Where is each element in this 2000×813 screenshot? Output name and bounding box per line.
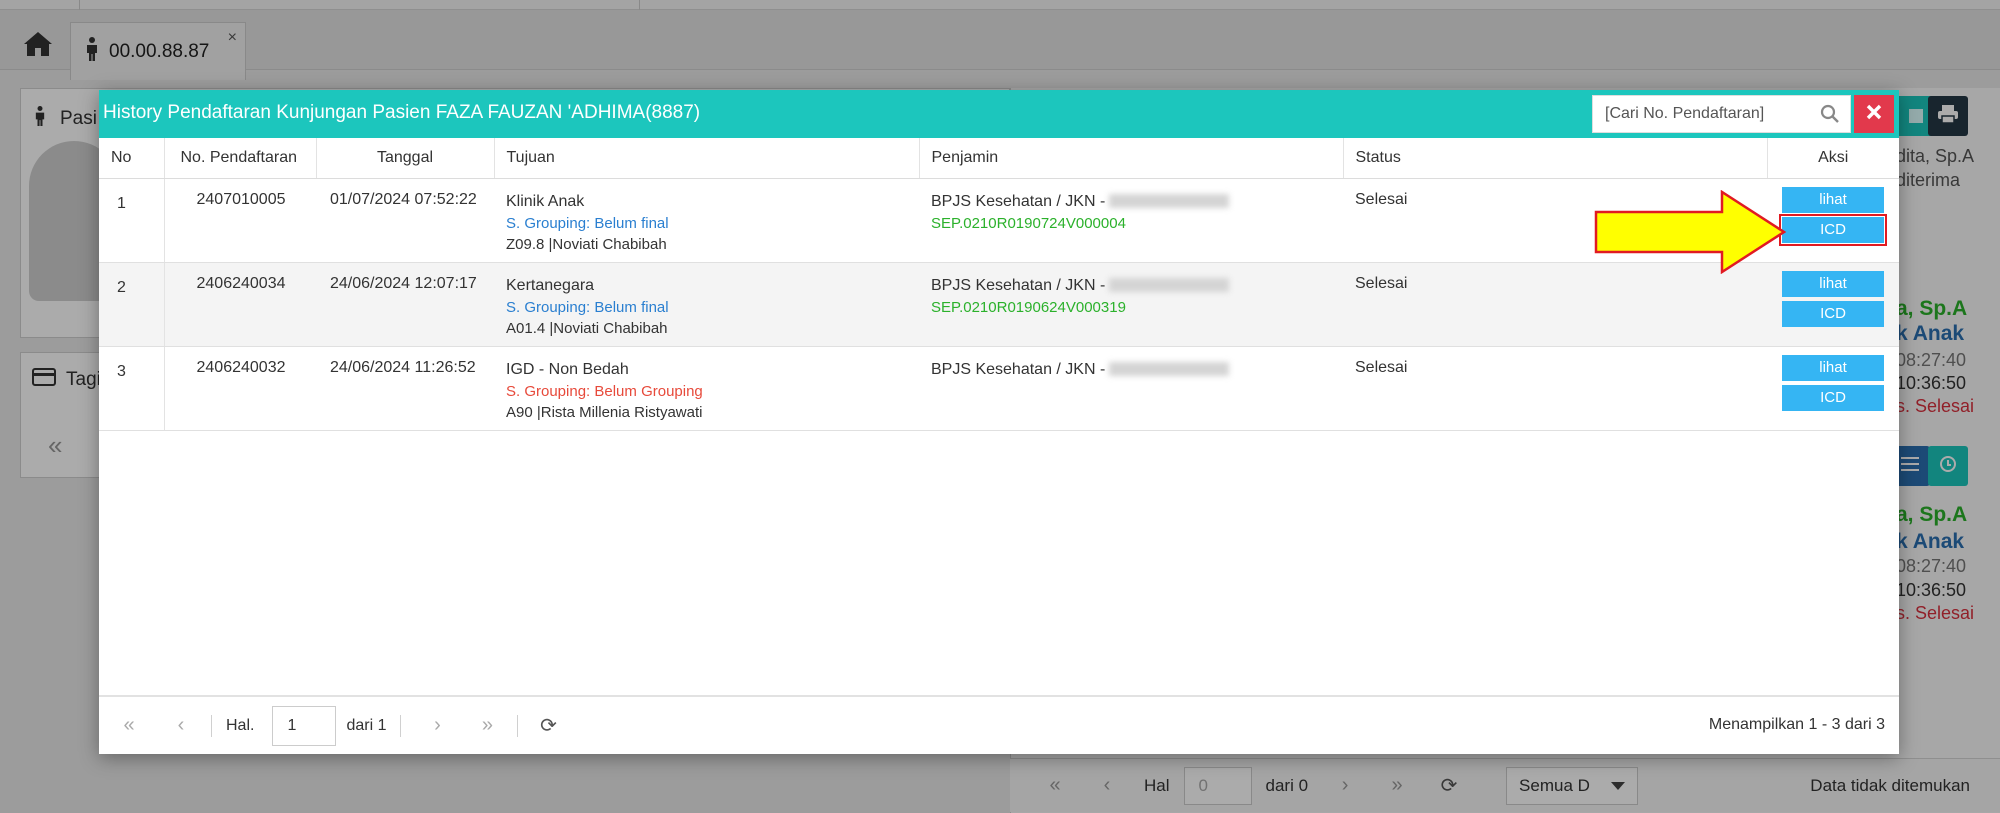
- prev-page-icon[interactable]: ‹: [165, 714, 197, 737]
- cell-date: 24/06/2024 11:26:52: [316, 346, 494, 431]
- destination-name: IGD - Non Bedah: [506, 360, 629, 378]
- redacted-card-number: [1109, 278, 1230, 293]
- column-header-reg-no: No. Pendaftaran: [164, 138, 317, 179]
- cell-reg-no: 2406240034: [164, 262, 316, 347]
- table-header-row: No No. Pendaftaran Tanggal Tujuan Penjam…: [99, 138, 1899, 179]
- pager-divider: [517, 714, 519, 737]
- cell-action: lihat ICD: [1767, 346, 1899, 431]
- arrow-annotation: [1594, 190, 1787, 274]
- cell-destination: IGD - Non Bedah S. Grouping: Belum Group…: [494, 346, 919, 431]
- column-header-destination: Tujuan: [494, 138, 920, 179]
- grouping-status: S. Grouping: Belum Grouping: [506, 382, 703, 400]
- column-header-action: Aksi: [1767, 138, 1899, 179]
- sep-number: SEP.0210R0190724V000004: [931, 214, 1126, 232]
- page-count: dari 1: [346, 716, 387, 734]
- cell-payer: BPJS Kesehatan / JKN - SEP.0210R0190724V…: [919, 178, 1343, 263]
- history-table: No No. Pendaftaran Tanggal Tujuan Penjam…: [99, 138, 1899, 431]
- pager-info: Menampilkan 1 - 3 dari 3: [1708, 716, 1885, 733]
- column-header-payer: Penjamin: [919, 138, 1344, 179]
- search-icon[interactable]: [1820, 104, 1840, 129]
- payer-name: BPJS Kesehatan / JKN -: [931, 276, 1106, 294]
- modal-pager: « ‹ Hal. 1 dari 1 › » ⟳ Menampilkan 1 - …: [99, 695, 1899, 754]
- pager-divider: [211, 714, 212, 737]
- cell-payer: BPJS Kesehatan / JKN - SEP.0210R0190624V…: [919, 262, 1343, 347]
- search-box: [1592, 95, 1851, 133]
- view-button[interactable]: lihat: [1782, 354, 1884, 381]
- cell-no: 3: [99, 346, 165, 431]
- history-modal: History Pendaftaran Kunjungan Pasien FAZ…: [99, 90, 1899, 754]
- cell-no: 1: [99, 178, 165, 263]
- cell-destination: Klinik Anak S. Grouping: Belum final Z09…: [494, 178, 919, 263]
- cell-date: 24/06/2024 12:07:17: [316, 262, 494, 347]
- cell-date: 01/07/2024 07:52:22: [316, 178, 494, 263]
- destination-name: Kertanegara: [506, 276, 595, 294]
- destination-name: Klinik Anak: [506, 192, 585, 210]
- table-row[interactable]: 2 2406240034 24/06/2024 12:07:17 Kertane…: [99, 262, 1899, 347]
- last-page-icon[interactable]: »: [471, 714, 503, 737]
- view-button[interactable]: lihat: [1782, 186, 1884, 213]
- next-page-icon[interactable]: ›: [421, 714, 453, 737]
- cell-destination: Kertanegara S. Grouping: Belum final A01…: [494, 262, 919, 347]
- column-header-status: Status: [1343, 138, 1768, 179]
- diagnosis-doctor: A90 |Rista Millenia Ristyawati: [506, 403, 703, 421]
- close-icon: [1866, 104, 1882, 125]
- diagnosis-doctor: Z09.8 |Noviati Chabibah: [506, 235, 667, 253]
- pager-divider: [400, 714, 402, 737]
- payer-name: BPJS Kesehatan / JKN -: [931, 192, 1106, 210]
- first-page-icon[interactable]: «: [113, 714, 145, 737]
- cell-no: 2: [99, 262, 165, 347]
- close-button[interactable]: [1854, 95, 1894, 133]
- table-row[interactable]: 3 2406240032 24/06/2024 11:26:52 IGD - N…: [99, 346, 1899, 431]
- cell-reg-no: 2406240032: [164, 346, 316, 431]
- cell-status: Selesai: [1343, 262, 1767, 347]
- refresh-icon[interactable]: ⟳: [532, 713, 564, 738]
- redacted-card-number: [1109, 194, 1230, 209]
- page-input[interactable]: 1: [272, 705, 337, 746]
- search-input[interactable]: [1593, 96, 1808, 132]
- cell-reg-no: 2407010005: [164, 178, 316, 263]
- view-button[interactable]: lihat: [1782, 270, 1884, 297]
- cell-action: lihat ICD: [1767, 262, 1899, 347]
- page-label: Hal.: [226, 716, 255, 734]
- icd-button[interactable]: ICD: [1779, 213, 1887, 246]
- redacted-card-number: [1109, 362, 1230, 377]
- modal-title: History Pendaftaran Kunjungan Pasien FAZ…: [103, 102, 701, 123]
- icd-button[interactable]: ICD: [1782, 300, 1884, 327]
- modal-header: History Pendaftaran Kunjungan Pasien FAZ…: [99, 90, 1899, 138]
- grouping-status: S. Grouping: Belum final: [506, 298, 669, 316]
- grouping-status: S. Grouping: Belum final: [506, 214, 669, 232]
- cell-payer: BPJS Kesehatan / JKN -: [919, 346, 1343, 431]
- sep-number: SEP.0210R0190624V000319: [931, 298, 1126, 316]
- column-header-date: Tanggal: [316, 138, 495, 179]
- cell-status: Selesai: [1343, 346, 1767, 431]
- diagnosis-doctor: A01.4 |Noviati Chabibah: [506, 319, 668, 337]
- column-header-no: No: [99, 138, 165, 179]
- icd-button[interactable]: ICD: [1782, 384, 1884, 411]
- payer-name: BPJS Kesehatan / JKN -: [931, 360, 1106, 378]
